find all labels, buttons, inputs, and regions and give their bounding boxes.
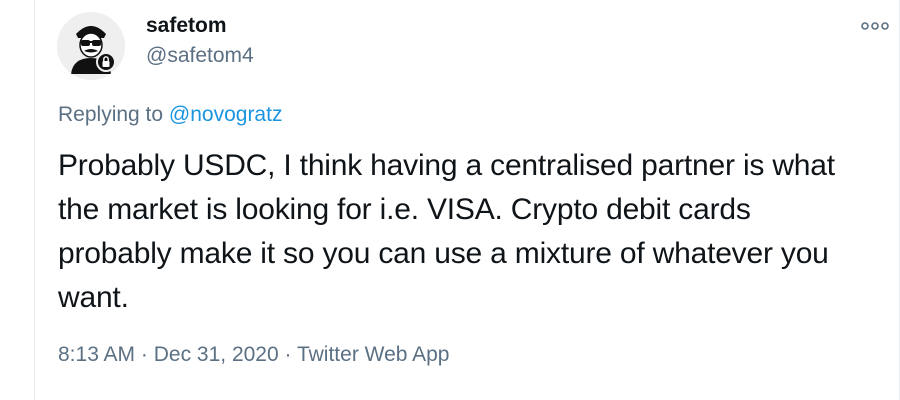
meta-separator: · xyxy=(135,343,154,366)
masked-figure-avatar-icon xyxy=(57,12,125,80)
display-name[interactable]: safetom xyxy=(146,14,227,38)
tweet-card: safetom @safetom4 Replying to @novogratz… xyxy=(0,0,900,400)
user-handle[interactable]: @safetom4 xyxy=(146,44,254,68)
tweet-text: Probably USDC, I think having a centrali… xyxy=(58,149,835,314)
replying-to-label: Replying to xyxy=(58,103,169,126)
reply-target-link[interactable]: @novogratz xyxy=(169,103,283,126)
tweet-date[interactable]: Dec 31, 2020 xyxy=(154,343,279,366)
tweet-time[interactable]: 8:13 AM xyxy=(58,343,135,366)
meta-separator: · xyxy=(278,343,297,366)
replying-to-line: Replying to @novogratz xyxy=(58,103,282,127)
tweet-source[interactable]: Twitter Web App xyxy=(297,343,450,366)
tweet-metadata: 8:13 AM · Dec 31, 2020 · Twitter Web App xyxy=(58,343,450,367)
avatar[interactable] xyxy=(57,12,125,80)
left-divider xyxy=(34,0,35,400)
more-options-icon[interactable] xyxy=(860,16,890,36)
